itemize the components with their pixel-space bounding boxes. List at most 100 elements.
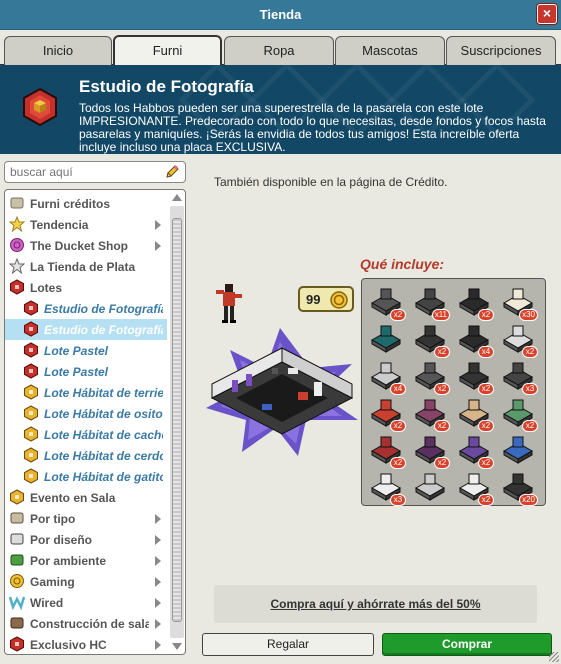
sidebar-item[interactable]: Wired xyxy=(5,592,167,613)
pencil-icon[interactable] xyxy=(164,164,180,180)
chevron-right-icon[interactable] xyxy=(155,577,161,587)
buy-button[interactable]: Comprar xyxy=(382,633,552,656)
included-item[interactable]: x2 xyxy=(410,357,450,395)
included-item[interactable]: x2 xyxy=(498,394,538,432)
includes-title: Qué incluye: xyxy=(360,256,445,272)
included-item[interactable]: x4 xyxy=(454,320,494,358)
plant-icon xyxy=(10,554,24,566)
sidebar-item[interactable]: Estudio de Fotografía xyxy=(5,298,167,319)
sidebar-item-label: Tendencia xyxy=(30,218,89,232)
included-item[interactable]: x2 xyxy=(498,320,538,358)
scroll-up-icon[interactable] xyxy=(172,194,182,201)
search-box[interactable] xyxy=(4,161,186,183)
included-item[interactable]: x2 xyxy=(410,431,450,469)
included-item[interactable]: x2 xyxy=(366,431,406,469)
included-item[interactable] xyxy=(498,431,538,469)
included-item[interactable]: x20 xyxy=(498,468,538,506)
bundle-gold-icon xyxy=(24,405,38,421)
sidebar-item-label: Por diseño xyxy=(30,533,93,547)
credit-note: También disponible en la página de Crédi… xyxy=(214,175,448,189)
promo-banner[interactable]: Compra aquí y ahórrate más del 50% xyxy=(214,585,537,623)
sidebar-item[interactable]: Lote Hábitat de cachorro xyxy=(5,424,167,445)
included-item[interactable]: x2 xyxy=(410,320,450,358)
sidebar-item-label: Gaming xyxy=(30,575,75,589)
included-item[interactable]: x2 xyxy=(366,394,406,432)
price-tag: 99 xyxy=(298,286,354,312)
sidebar-item[interactable]: Por tipo xyxy=(5,508,167,529)
included-item[interactable] xyxy=(366,320,406,358)
sidebar-item-label: Exclusivo HC xyxy=(30,638,107,652)
sidebar-item[interactable]: Lote Hábitat de terrier xyxy=(5,382,167,403)
chevron-right-icon[interactable] xyxy=(155,241,161,251)
resize-handle-icon[interactable] xyxy=(549,652,559,662)
sidebar-item[interactable]: Exclusivo HC xyxy=(5,634,167,654)
blue-lamp-icon xyxy=(502,436,534,464)
sidebar-item-label: Lote Hábitat de gatito xyxy=(44,470,163,484)
included-item[interactable]: x3 xyxy=(498,357,538,395)
sidebar-item-label: Estudio de Fotografía xyxy=(44,302,163,316)
tab-inicio[interactable]: Inicio xyxy=(4,36,112,65)
chevron-right-icon[interactable] xyxy=(155,556,161,566)
search-input[interactable] xyxy=(10,165,160,179)
chevron-right-icon[interactable] xyxy=(155,535,161,545)
sidebar-item[interactable]: Tendencia xyxy=(5,214,167,235)
gift-button[interactable]: Regalar xyxy=(202,633,374,656)
chevron-right-icon[interactable] xyxy=(155,514,161,524)
quantity-badge: x20 xyxy=(519,494,538,506)
tab-mascotas[interactable]: Mascotas xyxy=(335,36,445,65)
sidebar-item[interactable]: Por ambiente xyxy=(5,550,167,571)
sidebar-item-label: Lote Hábitat de cerdo xyxy=(44,449,163,463)
window-title: Tienda xyxy=(259,7,302,22)
chevron-right-icon[interactable] xyxy=(155,640,161,650)
promo-link[interactable]: Compra aquí y ahórrate más del 50% xyxy=(214,597,537,611)
tab-furni[interactable]: Furni xyxy=(113,35,222,65)
included-item[interactable]: x4 xyxy=(366,357,406,395)
sidebar-item[interactable]: Lote Hábitat de osito xyxy=(5,403,167,424)
sidebar-item-label: Lote Hábitat de terrier xyxy=(44,386,163,400)
included-item[interactable]: x3 xyxy=(366,468,406,506)
chevron-right-icon[interactable] xyxy=(155,619,161,629)
included-item[interactable]: x2 xyxy=(454,431,494,469)
tab-ropa[interactable]: Ropa xyxy=(224,36,334,65)
credits-icon xyxy=(10,197,24,209)
sidebar-item[interactable]: Lote Hábitat de cerdo xyxy=(5,445,167,466)
sidebar-item[interactable]: Furni créditos xyxy=(5,193,167,214)
tab-suscripciones[interactable]: Suscripciones xyxy=(446,36,556,65)
included-item[interactable]: x30 xyxy=(498,283,538,321)
sidebar-item[interactable]: The Ducket Shop xyxy=(5,235,167,256)
sidebar-scrollbar[interactable] xyxy=(170,192,184,652)
includes-grid: x2 x11 x2 x30 x2 x4 x2 x4 x2 x2 x3 x2 x2 x2 x2 x2 x2 x2 x3… xyxy=(361,278,546,506)
event-icon xyxy=(10,489,24,505)
included-item[interactable]: x2 xyxy=(410,394,450,432)
sidebar-item[interactable]: Lote Hábitat de gatito xyxy=(5,466,167,487)
silver-star-icon xyxy=(9,258,25,274)
chevron-right-icon[interactable] xyxy=(155,598,161,608)
sidebar-item-label: Lote Pastel xyxy=(44,344,109,358)
sidebar-item[interactable]: Estudio de Fotografía xyxy=(5,319,167,340)
included-item[interactable] xyxy=(410,468,450,506)
scroll-down-icon[interactable] xyxy=(172,643,182,650)
sidebar-item-label: Por tipo xyxy=(30,512,76,526)
title-bar[interactable]: Tienda × xyxy=(0,0,561,30)
bundle-red-icon xyxy=(24,363,38,379)
room-preview xyxy=(206,328,358,456)
included-item[interactable]: x2 xyxy=(454,468,494,506)
category-sidebar[interactable]: Furni créditos Tendencia The Ducket Shop La… xyxy=(4,189,186,655)
sidebar-item[interactable]: La Tienda de Plata xyxy=(5,256,167,277)
sidebar-item[interactable]: Evento en Sala xyxy=(5,487,167,508)
included-item[interactable]: x2 xyxy=(454,283,494,321)
sidebar-item[interactable]: Lote Pastel xyxy=(5,361,167,382)
close-button[interactable]: × xyxy=(537,4,557,24)
chevron-right-icon[interactable] xyxy=(155,220,161,230)
sidebar-item[interactable]: Por diseño xyxy=(5,529,167,550)
sidebar-item[interactable]: Lotes xyxy=(5,277,167,298)
sidebar-item-label: Lote Hábitat de cachorro xyxy=(44,428,163,442)
scroll-thumb[interactable] xyxy=(172,218,182,622)
included-item[interactable]: x2 xyxy=(454,394,494,432)
included-item[interactable]: x11 xyxy=(410,283,450,321)
sidebar-item[interactable]: Construcción de salas xyxy=(5,613,167,634)
sidebar-item[interactable]: Gaming xyxy=(5,571,167,592)
sidebar-item[interactable]: Lote Pastel xyxy=(5,340,167,361)
included-item[interactable]: x2 xyxy=(366,283,406,321)
included-item[interactable]: x2 xyxy=(454,357,494,395)
